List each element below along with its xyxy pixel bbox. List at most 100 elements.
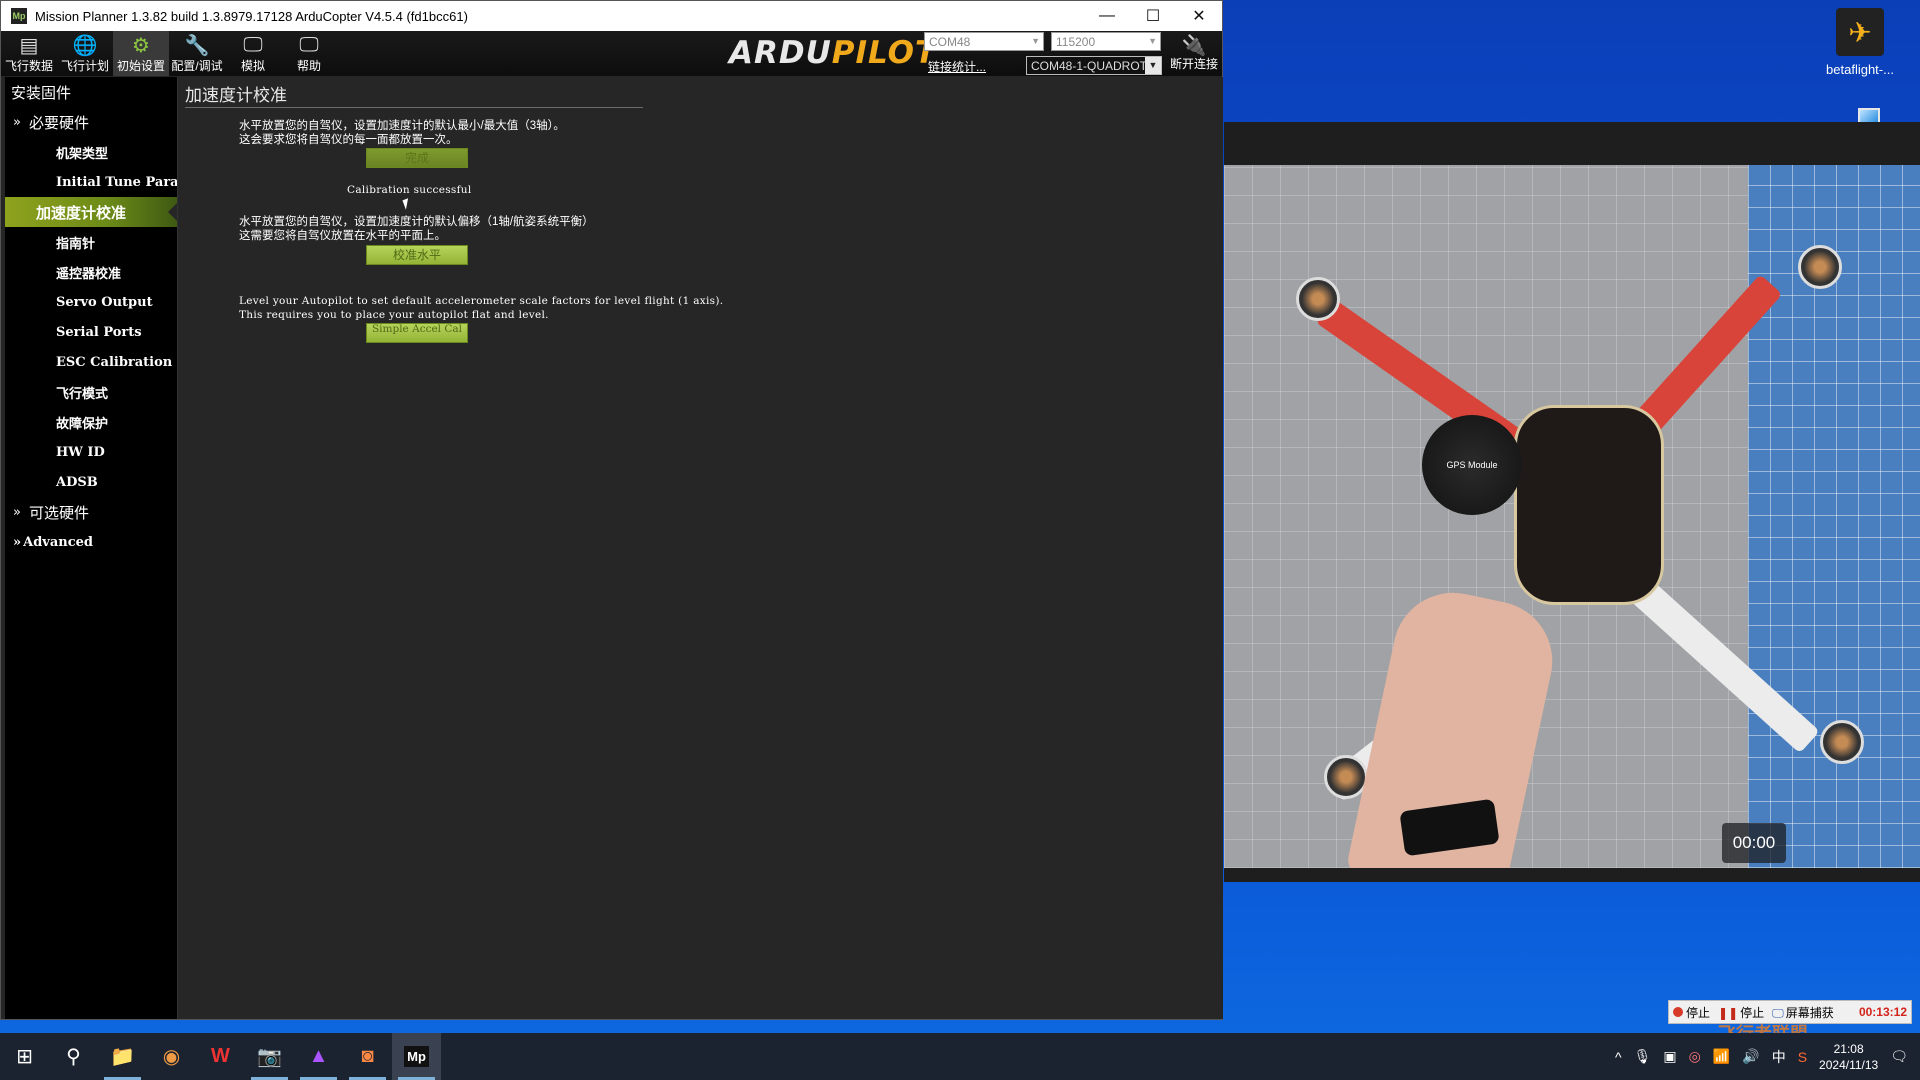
- monitor-icon: 🖵: [1772, 1005, 1784, 1020]
- screen-capture-tray-icon[interactable]: ▣: [1663, 1048, 1676, 1065]
- disconnect-label: 断开连接: [1169, 57, 1218, 71]
- sidebar-group-optional-hardware[interactable]: » 可选硬件: [5, 497, 177, 527]
- sidebar-item-initial-tune[interactable]: Initial Tune Para: [5, 167, 177, 197]
- accel-cal-instruction-2: 这会要求您将自驾仪的每一面都放置一次。: [239, 134, 458, 146]
- tab-label: 帮助: [296, 59, 321, 73]
- level-cal-instruction-1: 水平放置您的自驾仪，设置加速度计的默认偏移（1轴/航姿系统平衡）: [239, 216, 594, 228]
- tab-flight-plan[interactable]: 🌐 飞行计划: [57, 31, 113, 76]
- simple-accel-cal-button[interactable]: Simple Accel Cal: [366, 323, 468, 343]
- link-stats-link[interactable]: 链接统计...: [928, 58, 986, 75]
- sidebar-item-accel-calibration[interactable]: 加速度计校准: [5, 197, 177, 227]
- simple-cal-instruction-1: Level your Autopilot to set default acce…: [239, 295, 724, 307]
- double-chevron-icon: »: [13, 504, 21, 520]
- disconnect-button[interactable]: 🔌 断开连接: [1166, 33, 1222, 72]
- microphone-icon[interactable]: 🎙: [1634, 1048, 1652, 1065]
- mission-planner-window: Mp Mission Planner 1.3.82 build 1.3.8979…: [0, 0, 1223, 1020]
- video-player-footer: [1224, 868, 1920, 882]
- show-hidden-icons-chevron-icon[interactable]: ^: [1615, 1049, 1622, 1065]
- record-tray-icon[interactable]: ◎: [1689, 1048, 1701, 1065]
- tab-flight-data[interactable]: ▤ 飞行数据: [1, 31, 57, 76]
- sidebar-item-install-firmware[interactable]: 安装固件: [5, 77, 177, 107]
- config-tuning-icon: 🔧: [184, 34, 210, 57]
- search-icon: ⚲: [66, 1046, 81, 1068]
- sidebar-item-adsb[interactable]: ADSB: [5, 467, 177, 497]
- search-button[interactable]: ⚲: [49, 1033, 98, 1080]
- sidebar-item-label: Initial Tune Para: [56, 174, 177, 190]
- double-chevron-icon: »: [13, 114, 21, 130]
- simulation-icon: 🖵: [243, 33, 263, 56]
- taskbar-file-explorer[interactable]: 📁: [98, 1033, 147, 1080]
- title-bar: Mp Mission Planner 1.3.82 build 1.3.8979…: [1, 1, 1222, 31]
- sidebar-item-serial-ports[interactable]: Serial Ports: [5, 317, 177, 347]
- video-timecode: 00:00: [1722, 823, 1786, 863]
- ime-indicator[interactable]: 中: [1772, 1047, 1786, 1067]
- sidebar-item-servo-output[interactable]: Servo Output: [5, 287, 177, 317]
- calibrate-level-button[interactable]: 校准水平: [366, 245, 468, 265]
- pause-icon: ❚❚: [1718, 1005, 1739, 1020]
- sidebar-group-advanced[interactable]: » Advanced: [5, 527, 177, 557]
- sidebar-item-label: 必要硬件: [28, 113, 89, 132]
- sidebar-item-flight-modes[interactable]: 飞行模式: [5, 377, 177, 407]
- taskbar-recorder[interactable]: ◙: [343, 1033, 392, 1080]
- clock-time: 21:08: [1833, 1041, 1864, 1056]
- desktop-icon-label: betaflight-...: [1826, 62, 1894, 77]
- chevron-down-icon: ▼: [1145, 57, 1161, 74]
- taskbar-ai-assistant[interactable]: ◉: [147, 1033, 196, 1080]
- app-icon: Mp: [11, 8, 27, 24]
- sidebar-item-label: Advanced: [23, 534, 94, 550]
- connection-select[interactable]: COM48-1-QUADROTOR ▼: [1026, 56, 1162, 75]
- sidebar-item-frame-type[interactable]: 机架类型: [5, 137, 177, 167]
- sogou-icon[interactable]: S: [1798, 1049, 1807, 1065]
- main-toolbar: ▤ 飞行数据 🌐 飞行计划 ⚙ 初始设置 🔧 配置/调试 🖵 模拟 🖵 帮助 A…: [1, 31, 1222, 76]
- wifi-icon[interactable]: 📶: [1713, 1048, 1730, 1065]
- sidebar-item-compass[interactable]: 指南针: [5, 227, 177, 257]
- sidebar-item-esc-calibration[interactable]: ESC Calibration: [5, 347, 177, 377]
- start-button[interactable]: ⊞: [0, 1033, 49, 1080]
- volume-icon[interactable]: 🔊: [1742, 1048, 1759, 1065]
- motor: [1820, 720, 1864, 764]
- maximize-button[interactable]: ☐: [1130, 1, 1176, 31]
- recorder-stop-button[interactable]: 停止: [1673, 1004, 1710, 1021]
- tab-label: 配置/调试: [171, 59, 223, 73]
- recorder-capture-label: 屏幕捕获: [1785, 1005, 1834, 1020]
- minimize-button[interactable]: —: [1084, 1, 1130, 31]
- tab-simulation[interactable]: 🖵 模拟: [225, 31, 281, 76]
- drone-frame: [1514, 405, 1664, 605]
- taskbar-wps[interactable]: W: [196, 1033, 245, 1080]
- betaflight-icon: ✈: [1836, 8, 1884, 56]
- recorder-pause-button[interactable]: ❚❚ 停止: [1718, 1004, 1764, 1021]
- ardupilot-logo: ARDUPILOT: [729, 35, 937, 71]
- sidebar-group-mandatory-hardware[interactable]: » 必要硬件: [5, 107, 177, 137]
- baud-select[interactable]: 115200 ▼: [1051, 32, 1161, 51]
- tab-help[interactable]: 🖵 帮助: [281, 31, 337, 76]
- flight-plan-icon: 🌐: [72, 34, 98, 57]
- tab-config-tuning[interactable]: 🔧 配置/调试: [169, 31, 225, 76]
- notifications-icon[interactable]: 🗨: [1890, 1048, 1908, 1065]
- sidebar-item-radio-calibration[interactable]: 遥控器校准: [5, 257, 177, 287]
- sidebar-item-failsafe[interactable]: 故障保护: [5, 407, 177, 437]
- done-button[interactable]: 完成: [366, 148, 468, 168]
- system-tray: ^ 🎙 ▣ ◎ 📶 🔊 中 S 21:08 2024/11/13 🗨: [1615, 1033, 1920, 1080]
- taskbar-camera[interactable]: 📷: [245, 1033, 294, 1080]
- taskbar-design-app[interactable]: ▲: [294, 1033, 343, 1080]
- clock[interactable]: 21:08 2024/11/13: [1819, 1041, 1878, 1073]
- tab-label: 模拟: [240, 59, 265, 73]
- taskbar-mission-planner[interactable]: Mp: [392, 1033, 441, 1080]
- sidebar-item-label: ADSB: [56, 474, 98, 490]
- close-button[interactable]: ✕: [1176, 1, 1222, 31]
- camera-icon: 📷: [257, 1046, 282, 1068]
- desktop-icon-betaflight[interactable]: ✈ betaflight-...: [1810, 8, 1910, 77]
- video-player[interactable]: GPS Module 00:00: [1224, 165, 1920, 868]
- sidebar-item-label: 遥控器校准: [56, 266, 122, 282]
- recorder-capture-button[interactable]: 🖵 屏幕捕获: [1772, 1004, 1834, 1021]
- port-select[interactable]: COM48 ▼: [924, 32, 1044, 51]
- taskbar: ⊞ ⚲ 📁 ◉ W 📷 ▲ ◙ Mp ^ 🎙 ▣ ◎ 📶 🔊 中 S 21:08…: [0, 1033, 1920, 1080]
- recorder-pause-label: 停止: [1740, 1005, 1765, 1020]
- sidebar-item-label: 飞行模式: [56, 386, 109, 402]
- sidebar-item-label: Servo Output: [56, 294, 153, 310]
- sidebar-item-hw-id[interactable]: HW ID: [5, 437, 177, 467]
- tab-initial-setup[interactable]: ⚙ 初始设置: [113, 31, 169, 76]
- logo-text-ardu: ARDU: [729, 35, 832, 71]
- motor: [1798, 245, 1842, 289]
- logo-text-pilot: PILOT: [831, 35, 938, 71]
